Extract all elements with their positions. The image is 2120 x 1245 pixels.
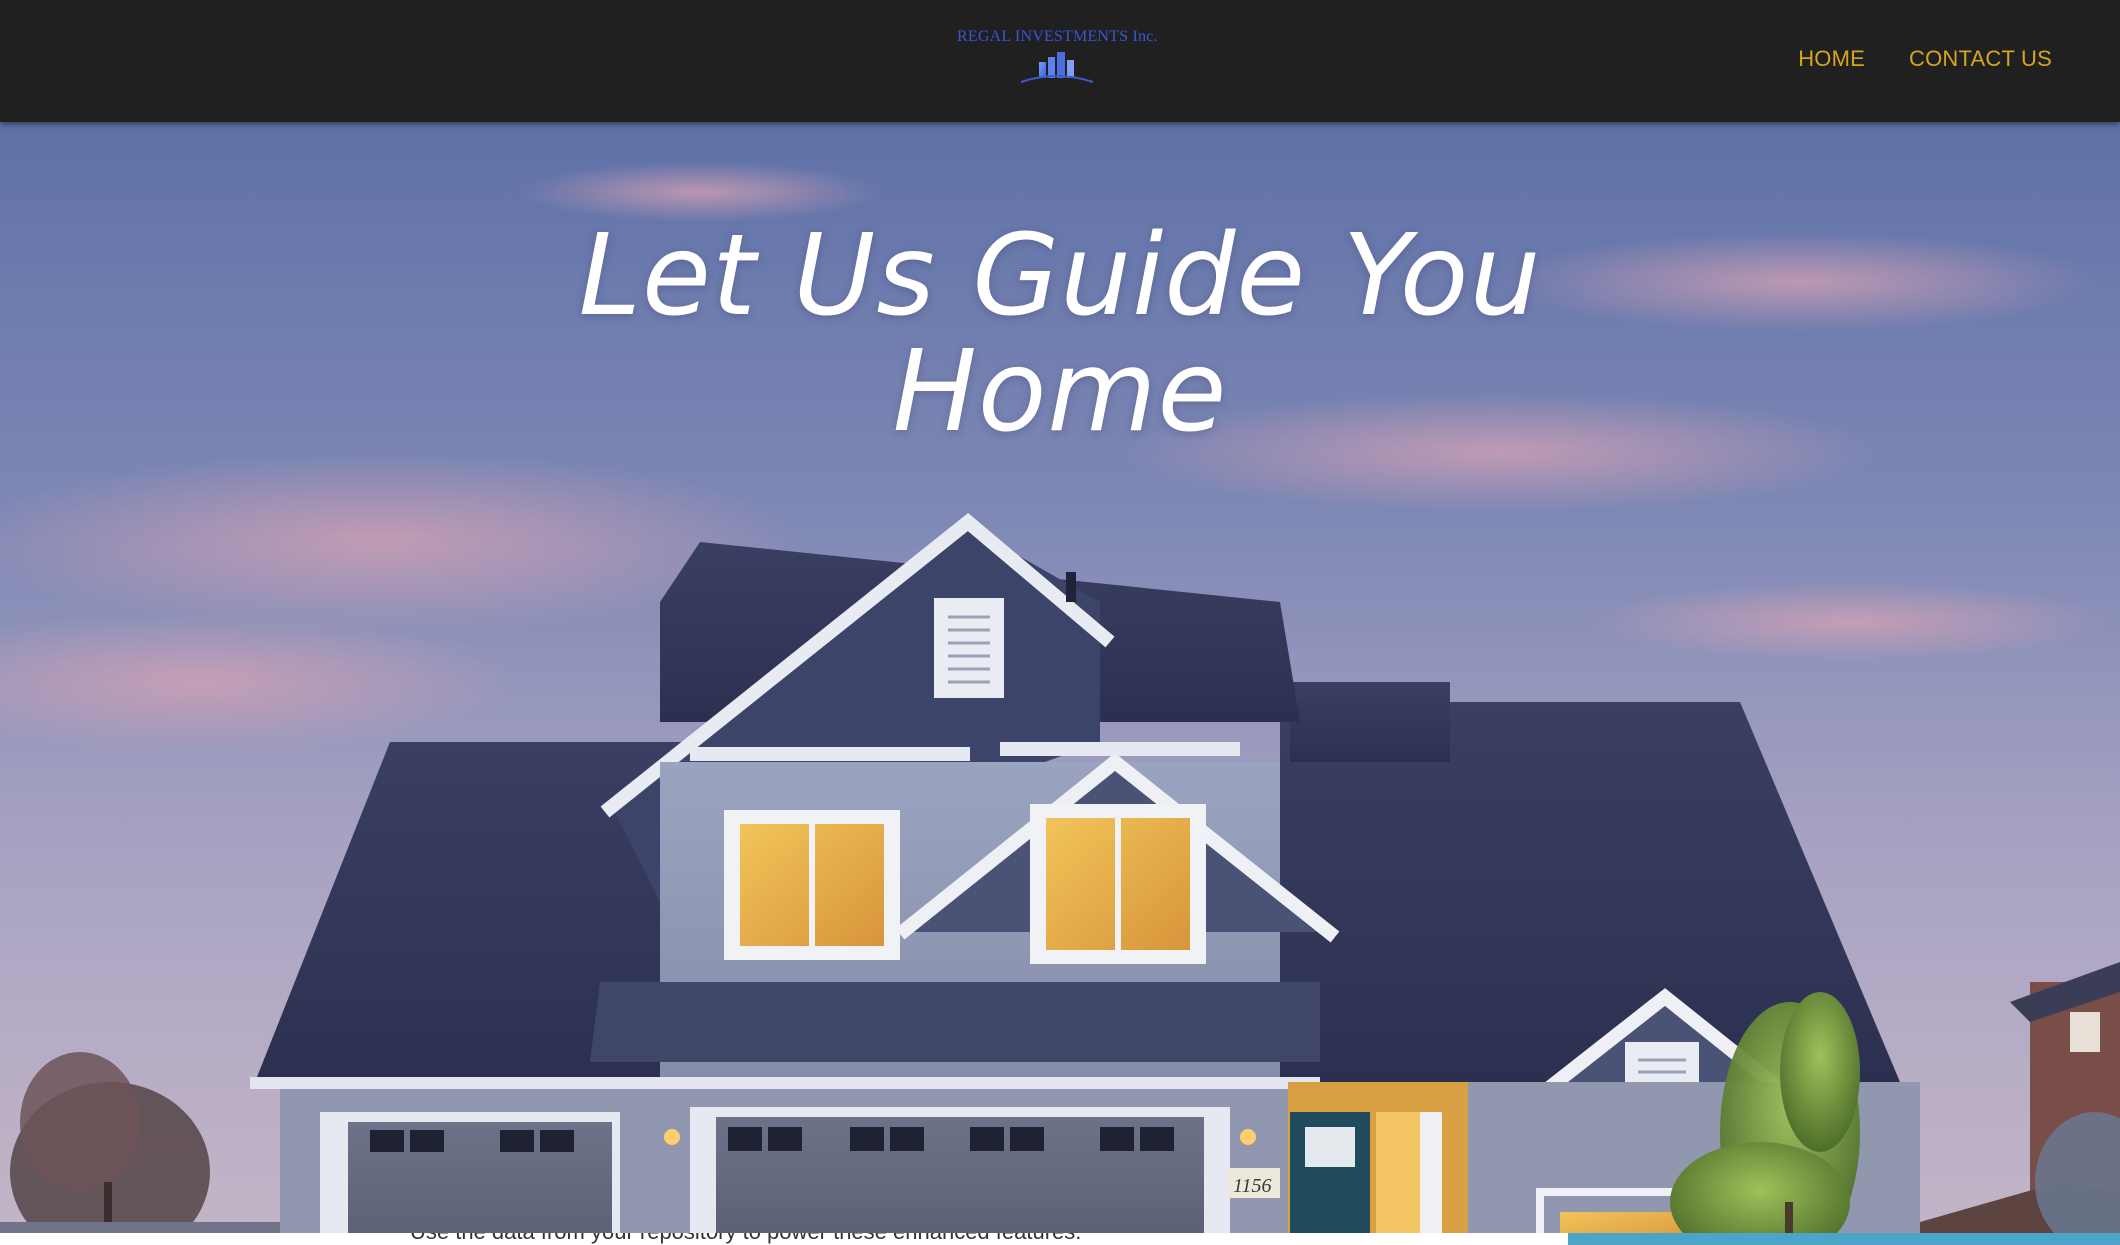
hero-section: 1156 Let Us Guide You Home xyxy=(0,122,2120,1245)
city-skyline-icon xyxy=(1020,52,1094,83)
hero-title: Let Us Guide You Home xyxy=(578,211,1542,457)
main-nav: HOME CONTACT US xyxy=(1798,46,2052,72)
content-section-peek: Use the data from your repository to pow… xyxy=(0,1233,2120,1245)
brand-name: REGAL INVESTMENTS Inc. xyxy=(957,28,1158,45)
nav-contact-us-link[interactable]: CONTACT US xyxy=(1909,46,2052,72)
house-number: 1156 xyxy=(1233,1175,1272,1197)
accent-panel xyxy=(1568,1233,2120,1245)
nav-home-link[interactable]: HOME xyxy=(1798,46,1865,72)
section-body-text: Use the data from your repository to pow… xyxy=(410,1233,1081,1245)
brand-logo[interactable]: REGAL INVESTMENTS Inc. xyxy=(957,28,1157,92)
top-nav-bar: REGAL INVESTMENTS Inc. HOME CONTACT US xyxy=(0,0,2120,122)
